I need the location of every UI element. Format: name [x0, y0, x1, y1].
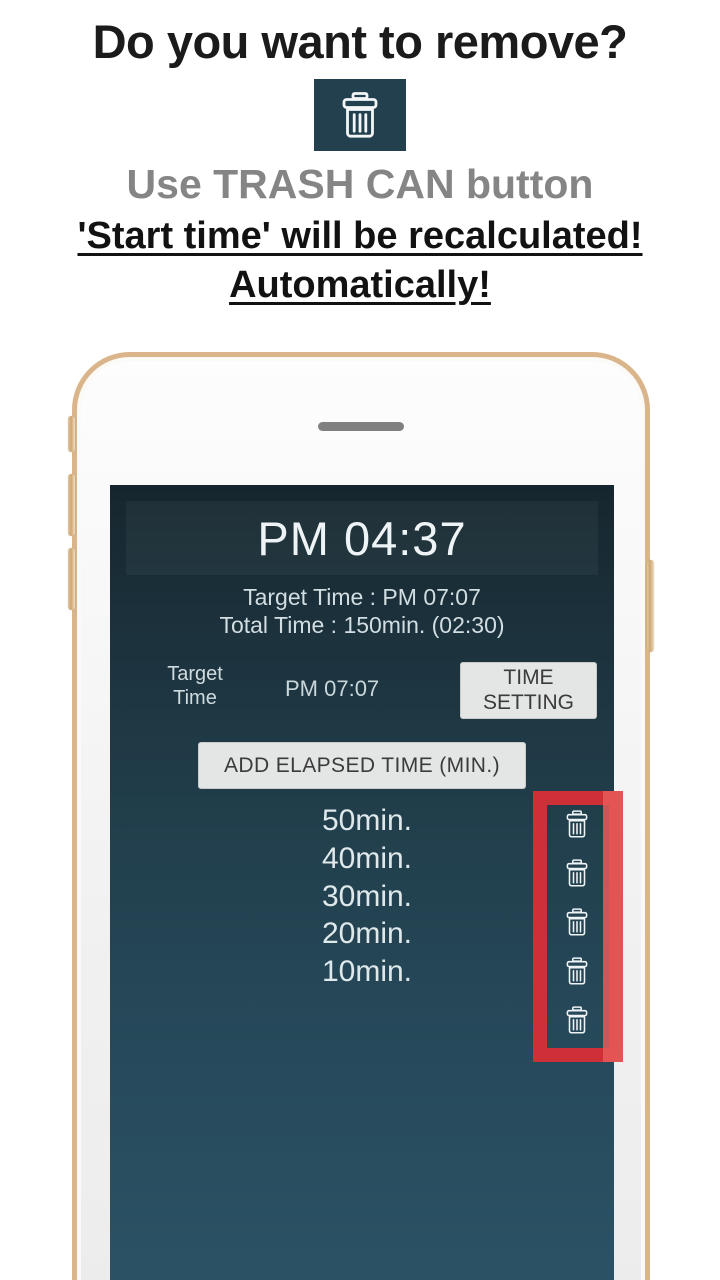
phone-mockup: PM 04:37 Target Time : PM 07:07 Total Ti… — [68, 352, 654, 1280]
trash-can-icon — [314, 79, 406, 151]
promo-note-line-1: 'Start time' will be recalculated! — [77, 215, 643, 258]
add-elapsed-time-button[interactable]: ADD ELAPSED TIME (MIN.) — [198, 742, 526, 789]
time-setting-button-line-2: SETTING — [482, 690, 574, 714]
earpiece-speaker-icon — [318, 422, 404, 431]
trash-can-icon-row-3[interactable] — [562, 905, 592, 938]
time-setting-button-line-1: TIME — [503, 666, 554, 690]
delete-buttons-column — [534, 807, 614, 1036]
promo-note-line-2: Automatically! — [229, 264, 491, 307]
target-time-label-line-2: Time — [173, 686, 217, 709]
trash-can-icon-row-2[interactable] — [562, 856, 592, 889]
screenshot-root: Do you want to remove? Use TRASH CAN but… — [0, 0, 720, 1280]
summary-target-time: Target Time : PM 07:07 — [243, 584, 481, 610]
trash-can-icon-row-1[interactable] — [562, 807, 592, 840]
summary-total-time: Total Time : 150min. (02:30) — [219, 612, 505, 639]
promo-header: Do you want to remove? Use TRASH CAN but… — [0, 0, 720, 311]
page-title: Do you want to remove? — [92, 15, 628, 68]
time-setting-button[interactable]: TIME SETTING — [460, 662, 597, 719]
power-button[interactable] — [647, 560, 654, 652]
promo-subtitle: Use TRASH CAN button — [126, 161, 594, 207]
summary-block: Target Time : PM 07:07 Total Time : 150m… — [110, 583, 614, 640]
target-time-label: Target Time — [140, 663, 250, 710]
current-time-value: PM 04:37 — [257, 511, 467, 565]
volume-down-button[interactable] — [68, 548, 75, 610]
trash-can-icon-row-5[interactable] — [562, 1003, 592, 1036]
volume-up-button[interactable] — [68, 474, 75, 536]
target-time-row: Target Time PM 07:07 TIME SETTING — [110, 662, 614, 721]
promo-note: 'Start time' will be recalculated! Autom… — [0, 212, 720, 311]
app-screen: PM 04:37 Target Time : PM 07:07 Total Ti… — [110, 485, 614, 1280]
trash-can-icon-row-4[interactable] — [562, 954, 592, 987]
target-time-label-line-1: Target — [167, 663, 223, 685]
current-time-banner: PM 04:37 — [126, 501, 598, 575]
target-time-value: PM 07:07 — [285, 676, 380, 701]
promo-icon-container — [0, 79, 720, 151]
mute-switch-button[interactable] — [68, 416, 75, 452]
